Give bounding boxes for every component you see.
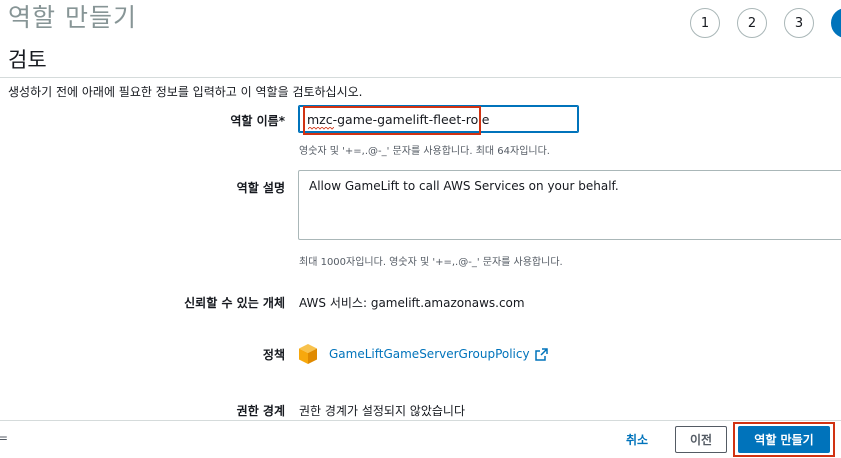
footer-left-mark: = [0, 431, 9, 445]
section-title: 검토 [8, 48, 47, 72]
policy-cube-icon [299, 344, 317, 364]
page-title: 역할 만들기 [8, 3, 137, 32]
step-2[interactable]: 2 [737, 8, 767, 38]
role-description-hint: 최대 1000자입니다. 영숫자 및 '+=,.@-_' 문자를 사용합니다. [299, 257, 563, 268]
section-description: 생성하기 전에 아래에 필요한 정보를 입력하고 이 역할을 검토하십시오. [8, 85, 363, 99]
step-4-current[interactable]: 4 [831, 8, 841, 38]
cancel-button[interactable]: 취소 [616, 426, 658, 453]
external-link-icon [534, 347, 548, 361]
footer-divider [0, 420, 841, 421]
create-role-highlight-box [733, 422, 835, 457]
policy-link-text: GameLiftGameServerGroupPolicy [329, 347, 530, 361]
policy-label: 정책 [262, 348, 285, 362]
step-1[interactable]: 1 [690, 8, 720, 38]
previous-button[interactable]: 이전 [675, 426, 727, 453]
section-divider [0, 77, 841, 78]
trusted-entity-value: AWS 서비스: gamelift.amazonaws.com [299, 296, 525, 310]
policy-link[interactable]: GameLiftGameServerGroupPolicy [329, 347, 548, 361]
role-name-hint: 영숫자 및 '+=,.@-_' 문자를 사용합니다. 최대 64자입니다. [299, 146, 550, 157]
role-description-value: Allow GameLift to call AWS Services on y… [309, 179, 619, 193]
role-description-label: 역할 설명 [236, 181, 285, 195]
permissions-boundary-label: 권한 경계 [236, 404, 285, 418]
step-3[interactable]: 3 [784, 8, 814, 38]
role-name-label: 역할 이름* [230, 114, 285, 128]
trusted-entity-label: 신뢰할 수 있는 개체 [184, 296, 285, 310]
role-name-highlight-box [303, 106, 481, 135]
permissions-boundary-value: 권한 경계가 설정되지 않았습니다 [299, 404, 466, 418]
